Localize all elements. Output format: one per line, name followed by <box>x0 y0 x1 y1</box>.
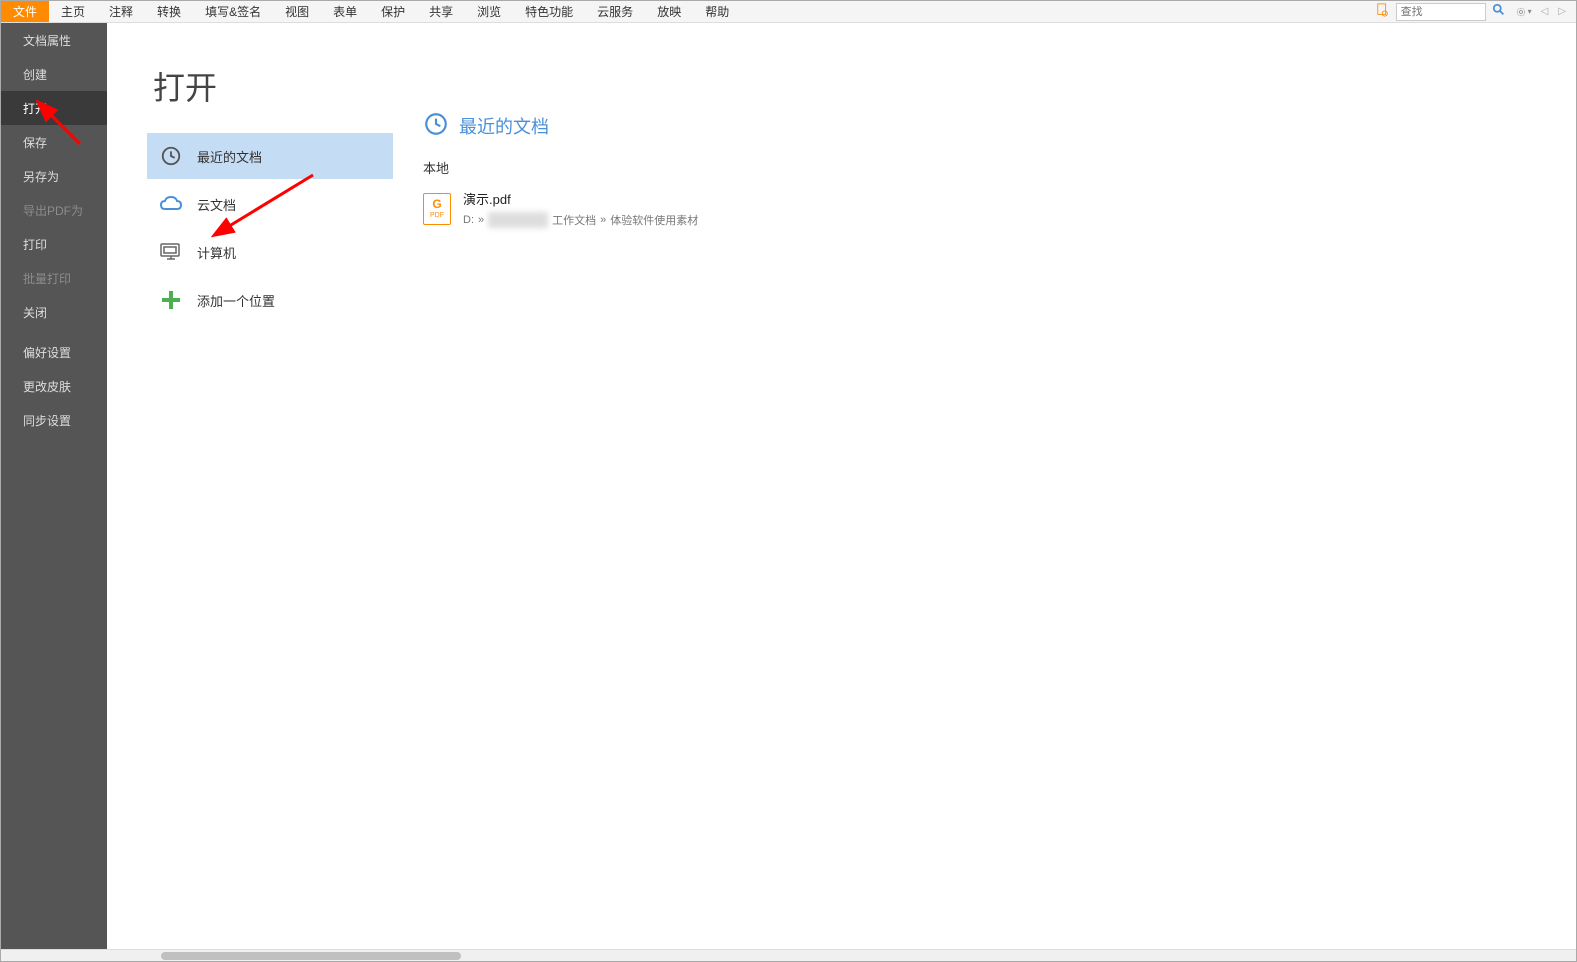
tab-view[interactable]: 视图 <box>273 1 321 22</box>
tab-cloud[interactable]: 云服务 <box>585 1 645 22</box>
nav-back-icon[interactable]: ◁ <box>1537 6 1553 17</box>
file-name: 演示.pdf <box>463 189 698 208</box>
search-box[interactable] <box>1396 3 1486 21</box>
tab-help[interactable]: 帮助 <box>693 1 741 22</box>
sidebar-properties[interactable]: 文档属性 <box>1 23 107 57</box>
tab-browse[interactable]: 浏览 <box>465 1 513 22</box>
sidebar-saveas[interactable]: 另存为 <box>1 159 107 193</box>
sidebar-batch-print[interactable]: 批量打印 <box>1 261 107 295</box>
tab-annotate[interactable]: 注释 <box>97 1 145 22</box>
nav-forward-icon[interactable]: ▷ <box>1554 6 1570 17</box>
tab-home[interactable]: 主页 <box>49 1 97 22</box>
loc-computer-label: 计算机 <box>197 243 236 262</box>
clock-icon <box>159 144 183 168</box>
tab-file[interactable]: 文件 <box>1 1 49 22</box>
cloud-icon <box>159 192 183 216</box>
tab-form[interactable]: 表单 <box>321 1 369 22</box>
page-title: 打开 <box>147 63 393 109</box>
sidebar-sync[interactable]: 同步设置 <box>1 403 107 437</box>
sidebar-skin[interactable]: 更改皮肤 <box>1 369 107 403</box>
find-in-page-icon[interactable] <box>1372 3 1394 20</box>
sidebar-preferences[interactable]: 偏好设置 <box>1 335 107 369</box>
menubar: 文件 主页 注释 转换 填写&签名 视图 表单 保护 共享 浏览 特色功能 云服… <box>1 1 1576 23</box>
tab-fill-sign[interactable]: 填写&签名 <box>193 1 273 22</box>
sidebar-print[interactable]: 打印 <box>1 227 107 261</box>
settings-dropdown-icon[interactable]: ▾ <box>1512 6 1535 18</box>
recent-files-panel: 最近的文档 本地 G PDF 演示.pdf D: » （隐藏） 工作文档 » 体 <box>393 23 1576 949</box>
recent-files-title: 最近的文档 <box>459 113 549 139</box>
section-local-label: 本地 <box>423 158 1576 177</box>
loc-recent-label: 最近的文档 <box>197 147 262 166</box>
loc-addplace-label: 添加一个位置 <box>197 291 275 310</box>
loc-cloud-label: 云文档 <box>197 195 236 214</box>
scroll-thumb[interactable] <box>161 952 461 960</box>
recent-file-row[interactable]: G PDF 演示.pdf D: » （隐藏） 工作文档 » 体验软件使用素材 <box>423 185 1576 232</box>
pdf-file-icon: G PDF <box>423 193 451 225</box>
open-locations-panel: 打开 最近的文档 云文档 <box>107 23 393 949</box>
horizontal-scrollbar[interactable] <box>1 949 1576 961</box>
clock-icon <box>423 111 449 140</box>
file-sidebar: 文档属性 创建 打开 保存 另存为 导出PDF为 打印 批量打印 关闭 偏好设置… <box>1 23 107 949</box>
plus-icon <box>159 288 183 312</box>
loc-recent[interactable]: 最近的文档 <box>147 133 393 179</box>
search-icon[interactable] <box>1488 3 1510 20</box>
tab-share[interactable]: 共享 <box>417 1 465 22</box>
computer-icon <box>159 240 183 264</box>
tab-features[interactable]: 特色功能 <box>513 1 585 22</box>
sidebar-save[interactable]: 保存 <box>1 125 107 159</box>
tab-protect[interactable]: 保护 <box>369 1 417 22</box>
sidebar-create[interactable]: 创建 <box>1 57 107 91</box>
loc-computer[interactable]: 计算机 <box>147 229 393 275</box>
loc-cloud[interactable]: 云文档 <box>147 181 393 227</box>
file-path: D: » （隐藏） 工作文档 » 体验软件使用素材 <box>463 212 698 228</box>
search-input[interactable] <box>1401 6 1481 18</box>
sidebar-export-pdf[interactable]: 导出PDF为 <box>1 193 107 227</box>
sidebar-close[interactable]: 关闭 <box>1 295 107 329</box>
sidebar-open[interactable]: 打开 <box>1 91 107 125</box>
tab-slideshow[interactable]: 放映 <box>645 1 693 22</box>
tab-convert[interactable]: 转换 <box>145 1 193 22</box>
loc-add-place[interactable]: 添加一个位置 <box>147 277 393 323</box>
